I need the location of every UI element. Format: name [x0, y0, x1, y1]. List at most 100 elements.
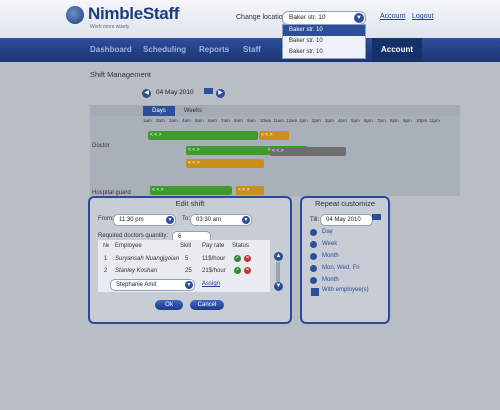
time-header-cell: 9pm	[403, 118, 412, 123]
nav-scheduling[interactable]: Scheduling	[143, 45, 186, 54]
close-icon[interactable]: ✕	[244, 255, 251, 262]
time-header-cell: 1pm	[299, 118, 308, 123]
nav-account[interactable]: Account	[381, 45, 413, 54]
chevron-down-icon[interactable]: ▼	[354, 13, 364, 23]
column-header: Status	[232, 243, 250, 249]
location-select-value: Baker str. 10	[289, 14, 326, 21]
check-icon[interactable]: ✓	[234, 267, 241, 274]
chevron-down-icon[interactable]: ▼	[166, 215, 174, 224]
shift-bar[interactable]: < < >	[148, 131, 258, 140]
time-header-cell: 5pm	[351, 118, 360, 123]
till-label: Till:	[310, 217, 320, 223]
till-date-value: 04 May 2010	[326, 217, 361, 223]
account-link[interactable]: Account	[380, 13, 405, 20]
location-option[interactable]: Baker str. 10	[283, 25, 365, 36]
schedule-grid	[90, 116, 460, 196]
time-header-cell: 12am	[286, 118, 298, 123]
nav-staff[interactable]: Staff	[243, 45, 261, 54]
calendar-icon[interactable]	[204, 88, 213, 94]
shift-bar[interactable]: < < >	[259, 131, 289, 140]
location-option[interactable]: Baker str. 10	[283, 36, 365, 47]
change-location-label: Change location:	[236, 14, 289, 21]
repeat-option-label: Month	[322, 253, 339, 259]
cancel-button[interactable]: Cancel	[190, 300, 224, 310]
to-time-select[interactable]: 03:30 am ▼	[190, 214, 252, 226]
time-header-cell: 1am	[143, 118, 152, 123]
time-header-cell: 3am	[169, 118, 178, 123]
from-time-value: 11:30 pm	[119, 217, 144, 223]
repeat-option-radio[interactable]	[310, 265, 317, 272]
chevron-down-icon[interactable]: ▼	[185, 280, 193, 289]
row-label-doctor: Doctor	[92, 143, 110, 149]
ok-button[interactable]: Ok	[155, 300, 183, 310]
time-header-cell: 8pm	[390, 118, 399, 123]
date-display: 04 May 2010	[156, 89, 194, 96]
time-header-cell: 3pm	[325, 118, 334, 123]
time-header-cell: 4pm	[338, 118, 347, 123]
location-option[interactable]: Baker str. 10	[283, 47, 365, 58]
tab-days[interactable]: Days	[143, 106, 175, 116]
required-quantity-label: Required doctors quantity:	[98, 233, 169, 239]
time-header-cell: 2pm	[312, 118, 321, 123]
repeat-option-label: Month	[322, 277, 339, 283]
scroll-down-icon[interactable]: ▼	[274, 282, 283, 291]
repeat-option-radio[interactable]	[310, 229, 317, 236]
prev-date-icon[interactable]: ◀	[142, 89, 151, 98]
nav-dashboard[interactable]: Dashboard	[90, 45, 132, 54]
employee-skill: 25	[185, 268, 192, 274]
time-header-cell: 7am	[221, 118, 230, 123]
repeat-option-radio[interactable]	[310, 277, 317, 284]
time-header-cell: 6am	[208, 118, 217, 123]
to-label: To:	[182, 216, 191, 222]
edit-shift-title: Edit shift	[175, 199, 205, 208]
shift-bar[interactable]: < < >	[186, 146, 268, 155]
employee-name: Stanley Koshan	[115, 268, 158, 274]
logo: NimbleStaff	[88, 4, 180, 23]
shift-bar[interactable]: < < >	[150, 186, 232, 195]
repeat-option-label: Week	[322, 241, 338, 247]
close-icon[interactable]: ✕	[244, 267, 251, 274]
calendar-icon[interactable]	[372, 214, 381, 220]
column-header: №	[103, 243, 110, 249]
employee-select-value: Stephanie Amit	[116, 282, 157, 288]
repeat-title: Repeat customize	[314, 199, 376, 208]
time-header-cell: 11am	[273, 118, 284, 123]
shift-bar[interactable]: < < >	[236, 186, 264, 195]
repeat-option-radio[interactable]	[310, 241, 317, 248]
time-header-cell: 8am	[234, 118, 243, 123]
time-header-cell: 10pm	[416, 118, 428, 123]
row-number: 1	[104, 256, 108, 262]
shift-bar[interactable]: < < >	[186, 159, 264, 168]
with-employees-label: With employee(s)	[322, 287, 369, 293]
till-date-input[interactable]: 04 May 2010	[320, 214, 373, 226]
time-header-cell: 6pm	[364, 118, 373, 123]
from-label: From:	[98, 216, 114, 222]
employee-pay-rate: 21$/hour	[202, 268, 226, 274]
to-time-value: 03:30 am	[196, 217, 222, 223]
scrollbar[interactable]	[276, 262, 280, 282]
repeat-option-radio[interactable]	[310, 253, 317, 260]
employee-select[interactable]: Stephanie Amit ▼	[110, 279, 195, 291]
employee-skill: 5	[185, 256, 189, 262]
scroll-up-icon[interactable]: ▲	[274, 252, 283, 261]
time-header-cell: 7pm	[377, 118, 386, 123]
location-select[interactable]: Baker str. 10 ▼	[282, 11, 366, 25]
location-dropdown-list: Baker str. 10 Baker str. 10 Baker str. 1…	[282, 24, 366, 59]
logout-link[interactable]: Logout	[412, 13, 433, 20]
nav-reports[interactable]: Reports	[199, 45, 229, 54]
check-icon[interactable]: ✓	[234, 255, 241, 262]
time-header-cell: 4am	[182, 118, 191, 123]
next-date-icon[interactable]: ▶	[216, 89, 225, 98]
tab-weeks[interactable]: Weeks	[178, 106, 208, 116]
assign-link[interactable]: Assign	[202, 281, 220, 287]
column-header: Skill	[180, 243, 192, 249]
employee-pay-rate: 11$/hour	[202, 256, 226, 262]
time-header-cell: 9am	[247, 118, 256, 123]
shift-bar[interactable]: < < >	[270, 147, 346, 156]
time-header-cell: 10am	[260, 118, 272, 123]
chevron-down-icon[interactable]: ▼	[242, 215, 250, 224]
page-title: Shift Management	[90, 70, 151, 79]
with-employees-checkbox[interactable]	[311, 288, 319, 296]
time-header-cell: 2am	[156, 118, 165, 123]
from-time-select[interactable]: 11:30 pm ▼	[113, 214, 176, 226]
